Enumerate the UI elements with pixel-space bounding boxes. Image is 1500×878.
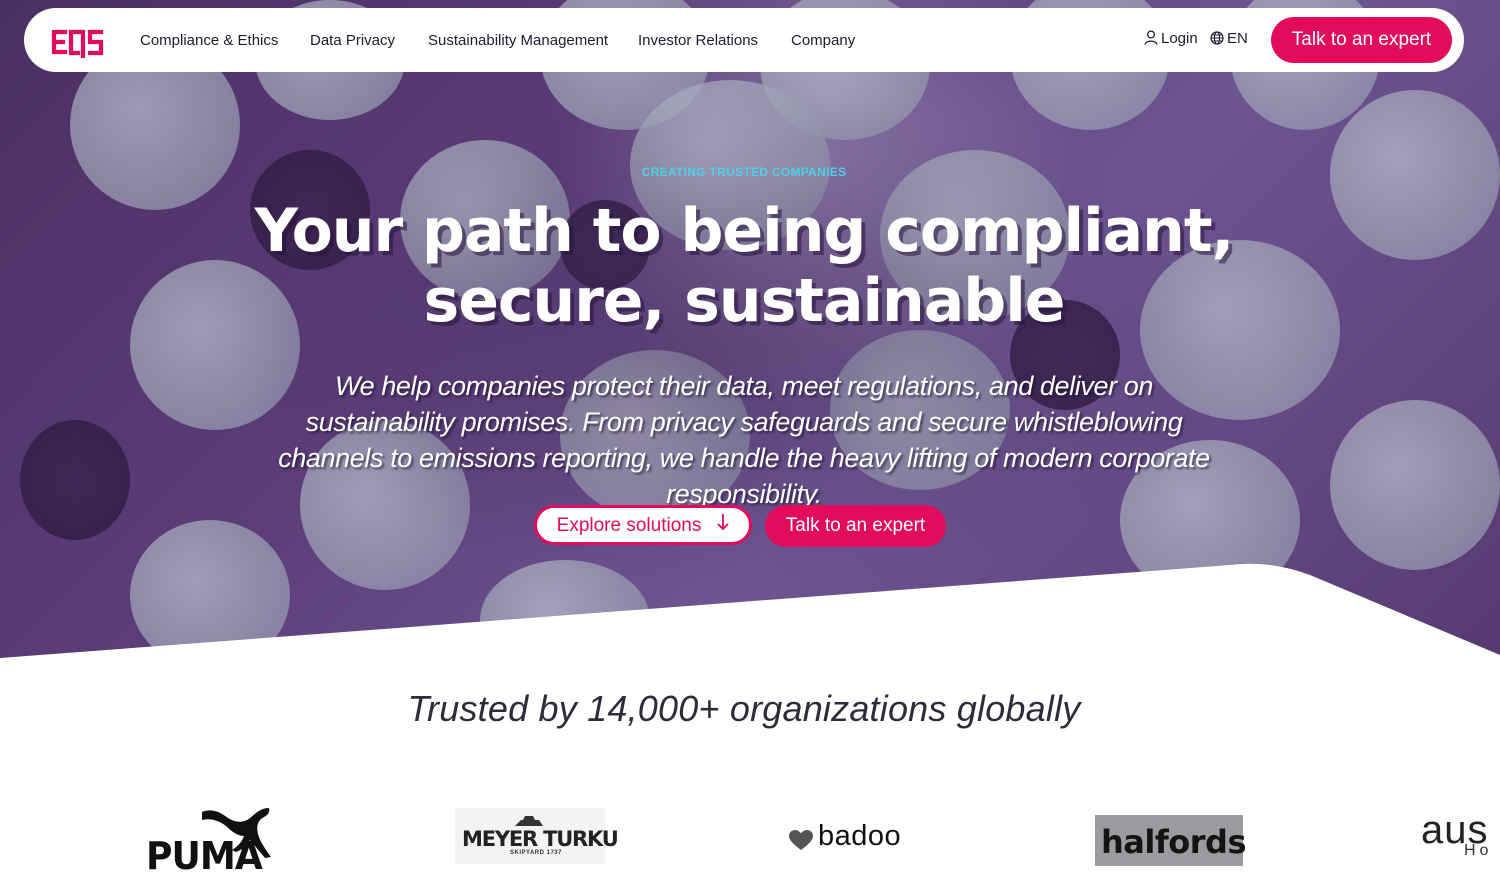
explore-solutions-button[interactable]: Explore solutions	[534, 505, 752, 545]
aus-logo-subtext: Ho	[1464, 842, 1493, 859]
hero-headline: Your path to being compliant, secure, su…	[0, 196, 1488, 336]
nav-talk-to-expert-button[interactable]: Talk to an expert	[1271, 17, 1452, 63]
top-navigation: Compliance & Ethics Data Privacy Sustain…	[24, 8, 1464, 72]
explore-solutions-label: Explore solutions	[556, 515, 702, 536]
meyer-turku-logo: MEYER TURKU	[462, 827, 619, 851]
meyer-turku-subtext: SKIPYARD 1737	[510, 850, 562, 856]
nav-link-sustainability-management[interactable]: Sustainability Management	[428, 32, 608, 49]
hero-headline-line1: Your path to being compliant,	[254, 196, 1235, 266]
nav-link-investor-relations[interactable]: Investor Relations	[638, 32, 758, 49]
puma-logo: PUMA	[146, 834, 263, 878]
user-icon	[1144, 30, 1161, 47]
trusted-by-heading: Trusted by 14,000+ organizations globall…	[407, 688, 1081, 729]
login-link[interactable]: Login	[1144, 30, 1198, 47]
hero-talk-to-expert-button[interactable]: Talk to an expert	[765, 505, 946, 547]
globe-icon	[1210, 30, 1227, 47]
halfords-logo: halfords	[1101, 823, 1246, 861]
nav-link-company[interactable]: Company	[791, 32, 855, 49]
hero-headline-line2: secure, sustainable	[423, 266, 1066, 336]
login-label: Login	[1161, 30, 1198, 47]
hero-description: We help companies protect their data, me…	[278, 371, 1210, 509]
heart-icon	[789, 830, 813, 850]
arrow-down-icon	[717, 508, 729, 542]
language-label: EN	[1227, 30, 1248, 47]
language-selector[interactable]: EN	[1210, 30, 1248, 47]
eqs-logo[interactable]	[50, 26, 106, 58]
badoo-logo: badoo	[818, 820, 902, 852]
nav-link-data-privacy[interactable]: Data Privacy	[310, 32, 395, 49]
nav-link-compliance-ethics[interactable]: Compliance & Ethics	[140, 32, 278, 49]
hero-kicker: CREATING TRUSTED COMPANIES	[641, 165, 847, 179]
